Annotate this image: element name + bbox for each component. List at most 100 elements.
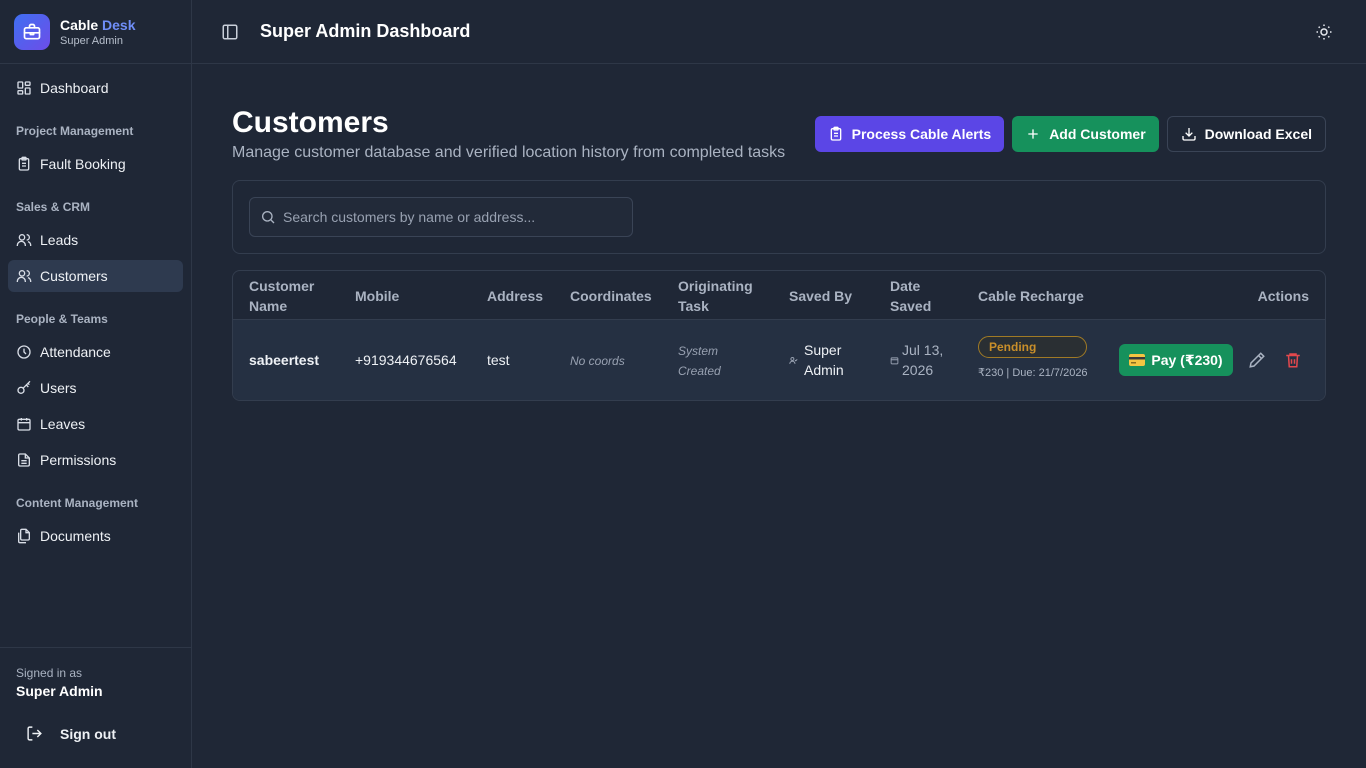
user-check-icon xyxy=(789,356,798,365)
process-cable-alerts-button[interactable]: Process Cable Alerts xyxy=(814,116,1005,152)
header-customer-name[interactable]: Customer Name xyxy=(249,276,314,316)
cell-line: Admin xyxy=(804,362,844,378)
search-card xyxy=(232,180,1326,254)
sign-out-icon xyxy=(26,725,43,742)
sidebar-item-customers[interactable]: Customers xyxy=(8,260,183,292)
button-label: Add Customer xyxy=(1049,126,1146,142)
pencil-icon[interactable] xyxy=(1248,351,1266,369)
cell-line: Created xyxy=(678,364,721,378)
section-content-management: Content Management xyxy=(16,496,139,510)
sidebar-item-fault-booking[interactable]: Fault Booking xyxy=(8,148,183,180)
brand-role: Super Admin xyxy=(60,34,123,47)
sun-icon[interactable] xyxy=(1315,23,1333,41)
credit-card-icon xyxy=(1129,354,1146,366)
signed-in-label: Signed in as xyxy=(16,666,83,680)
clipboard-icon xyxy=(16,156,32,172)
header-cable-recharge[interactable]: Cable Recharge xyxy=(978,286,1084,306)
sidebar-item-leaves[interactable]: Leaves xyxy=(8,408,183,440)
sidebar-item-attendance[interactable]: Attendance xyxy=(8,336,183,368)
recharge-detail: ₹230 | Due: 21/7/2026 xyxy=(978,367,1088,379)
sidebar-item-label: Attendance xyxy=(40,344,111,360)
header-line: Customer xyxy=(249,278,315,294)
users-icon xyxy=(16,268,32,284)
dashboard-icon xyxy=(16,80,32,96)
header-date-saved[interactable]: Date Saved xyxy=(890,276,931,316)
sidebar-item-label: Customers xyxy=(40,268,108,284)
topbar: Super Admin Dashboard xyxy=(192,0,1366,64)
sidebar-item-label: Permissions xyxy=(40,452,117,468)
documents-icon xyxy=(16,528,32,544)
sidebar-item-label: Leaves xyxy=(40,416,86,432)
header-line: Name xyxy=(249,298,288,314)
brand-name: Cable Desk xyxy=(60,17,135,33)
sidebar-item-dashboard[interactable]: Dashboard xyxy=(8,72,183,104)
page-title: Customers xyxy=(232,106,389,139)
sign-out-button[interactable]: Sign out xyxy=(26,725,175,742)
users-icon xyxy=(16,232,32,248)
header-originating-task[interactable]: Originating Task xyxy=(678,276,753,316)
panel-toggle-icon[interactable] xyxy=(221,23,239,41)
sidebar-nav: Dashboard Project Management Fault Booki… xyxy=(0,64,191,552)
header-actions: Actions xyxy=(1257,288,1309,304)
download-excel-button[interactable]: Download Excel xyxy=(1166,116,1326,152)
trash-icon[interactable] xyxy=(1284,351,1302,369)
clipboard-icon xyxy=(828,126,844,142)
signed-in-user: Super Admin xyxy=(16,683,103,699)
sidebar-item-label: Documents xyxy=(40,528,111,544)
section-project-management: Project Management xyxy=(16,124,134,138)
header-coordinates[interactable]: Coordinates xyxy=(570,286,652,306)
sidebar-item-permissions[interactable]: Permissions xyxy=(8,444,183,476)
sidebar: Cable Desk Super Admin Dashboard Project… xyxy=(0,0,192,768)
header-saved-by[interactable]: Saved By xyxy=(789,286,852,306)
brand-name-part1: Cable xyxy=(60,16,99,33)
button-label: Process Cable Alerts xyxy=(851,126,992,142)
page-subtitle: Manage customer database and verified lo… xyxy=(232,144,786,161)
header-line: Saved xyxy=(890,298,932,314)
sidebar-item-leads[interactable]: Leads xyxy=(8,224,183,256)
brand-name-part2: Desk xyxy=(102,16,136,33)
pay-button[interactable]: Pay (₹230) xyxy=(1119,344,1233,376)
sidebar-item-label: Users xyxy=(40,380,77,396)
document-icon xyxy=(16,452,32,468)
sidebar-item-label: Dashboard xyxy=(40,80,109,96)
header-mobile[interactable]: Mobile xyxy=(355,286,399,306)
cell-date-saved: Jul 13, 2026 xyxy=(902,340,943,380)
search-input[interactable] xyxy=(283,209,623,225)
sidebar-item-label: Fault Booking xyxy=(40,156,126,172)
clock-icon xyxy=(16,344,32,360)
download-icon xyxy=(1181,126,1197,142)
topbar-title: Super Admin Dashboard xyxy=(260,21,471,41)
pay-button-label: Pay (₹230) xyxy=(1151,351,1223,368)
customers-table: Customer Name Mobile Address Coordinates… xyxy=(232,270,1326,401)
page-actions: Process Cable Alerts Add Customer Downlo… xyxy=(814,116,1326,152)
sidebar-item-documents[interactable]: Documents xyxy=(8,520,183,552)
key-icon xyxy=(16,380,32,396)
plus-icon xyxy=(1025,126,1041,142)
section-sales-crm: Sales & CRM xyxy=(16,200,91,214)
cell-originating-task: System Created xyxy=(678,341,721,381)
search-icon xyxy=(260,209,276,225)
section-people-teams: People & Teams xyxy=(16,312,108,326)
briefcase-icon xyxy=(14,13,50,50)
cell-saved-by: Super Admin xyxy=(804,340,844,380)
button-label: Download Excel xyxy=(1204,126,1312,142)
cell-address: test xyxy=(487,352,510,368)
sidebar-item-users[interactable]: Users xyxy=(8,372,183,404)
calendar-icon xyxy=(890,356,899,365)
cell-mobile: +919344676564 xyxy=(355,352,457,368)
search-box[interactable] xyxy=(249,197,633,237)
cell-line: Jul 13, xyxy=(902,342,944,358)
cell-coordinates: No coords xyxy=(570,354,625,368)
add-customer-button[interactable]: Add Customer xyxy=(1012,116,1159,152)
table-row[interactable]: sabeertest +919344676564 test No coords … xyxy=(233,320,1325,400)
header-line: Originating xyxy=(678,278,753,294)
sign-out-label: Sign out xyxy=(60,725,116,742)
brand[interactable]: Cable Desk Super Admin xyxy=(0,0,191,64)
table-header: Customer Name Mobile Address Coordinates… xyxy=(233,271,1325,320)
cell-customer-name: sabeertest xyxy=(249,352,320,368)
sidebar-footer: Signed in as Super Admin Sign out xyxy=(0,647,191,768)
header-address[interactable]: Address xyxy=(487,286,543,306)
cell-line: Super xyxy=(804,342,842,358)
header-line: Date xyxy=(890,278,921,294)
status-badge: Pending xyxy=(978,336,1087,358)
